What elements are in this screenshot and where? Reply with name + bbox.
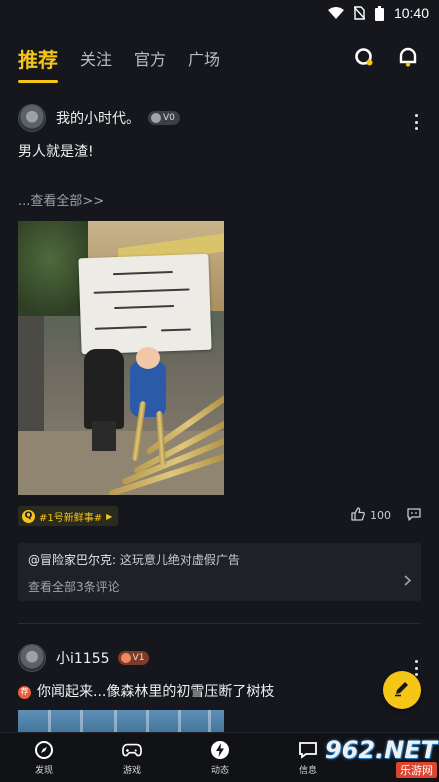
author-name[interactable]: 小i1155 <box>56 648 110 668</box>
level-badge: V0 <box>148 111 180 125</box>
tab-official[interactable]: 官方 <box>134 46 166 70</box>
status-bar: 10:40 <box>0 0 439 26</box>
post-footer: Q #1号新鲜事# ▶ 100 <box>18 505 421 527</box>
post-text-row[interactable]: 荐 你闻起来...像森林里的初雪压断了树枝 <box>18 682 421 702</box>
bottom-nav: 发现 游戏 动态 信息 <box>0 732 439 782</box>
feed-post: 我的小时代。 V0 男人就是渣! ...查看全部>> Q #1号新鲜事# ▶ 1… <box>0 96 439 624</box>
bottom-tab-discover[interactable]: 发现 <box>0 733 88 782</box>
comment-text: 这玩意儿绝对虚假广告 <box>119 553 240 567</box>
avatar[interactable] <box>18 644 46 672</box>
comment-user[interactable]: @冒险家巴尔克: <box>28 553 116 567</box>
like-button[interactable]: 100 <box>351 507 391 524</box>
comment-preview[interactable]: @冒险家巴尔克: 这玩意儿绝对虚假广告 查看全部3条评论 <box>18 543 421 601</box>
more-options-icon[interactable] <box>413 114 419 130</box>
comment-item: @冒险家巴尔克: 这玩意儿绝对虚假广告 <box>28 552 411 568</box>
battery-icon <box>374 5 384 21</box>
tab-recommend[interactable]: 推荐 <box>18 44 58 83</box>
bottom-tab-label: 游戏 <box>122 765 141 776</box>
all-comments-link[interactable]: 查看全部3条评论 <box>28 578 411 595</box>
post-text[interactable]: 男人就是渣! <box>18 142 421 162</box>
bottom-tab-messages[interactable]: 信息 <box>264 733 352 782</box>
feed[interactable]: 我的小时代。 V0 男人就是渣! ...查看全部>> Q #1号新鲜事# ▶ 1… <box>0 90 439 732</box>
thumbs-up-icon <box>351 507 365 524</box>
post-header: 我的小时代。 V0 <box>18 96 421 140</box>
topic-label: #1号新鲜事# <box>39 512 103 524</box>
bolt-icon <box>210 740 230 760</box>
compose-button[interactable] <box>383 671 421 709</box>
play-arrow-icon: ▶ <box>106 511 113 521</box>
search-q-icon[interactable] <box>353 46 375 68</box>
pencil-icon <box>393 679 411 701</box>
see-all-link[interactable]: ...查看全部>> <box>18 190 421 209</box>
topic-q-icon: Q <box>22 509 35 523</box>
message-icon <box>298 740 318 760</box>
level-icon <box>120 653 131 663</box>
notification-bell-icon[interactable] <box>397 46 419 68</box>
more-options-icon[interactable] <box>413 660 419 676</box>
post-text: 你闻起来...像森林里的初雪压断了树枝 <box>37 684 275 700</box>
comment-button[interactable] <box>407 507 421 524</box>
comment-icon <box>407 507 421 524</box>
wifi-icon <box>327 7 344 19</box>
level-label: V1 <box>132 653 145 663</box>
level-icon <box>151 113 161 123</box>
bottom-tab-feed[interactable]: 动态 <box>176 733 264 782</box>
bottom-tab-label: 信息 <box>298 765 317 776</box>
status-time: 10:40 <box>393 5 429 21</box>
level-badge: V1 <box>117 651 150 665</box>
avatar[interactable] <box>18 104 46 132</box>
chevron-right-icon <box>404 575 412 589</box>
author-name[interactable]: 我的小时代。 <box>56 108 140 128</box>
bottom-tab-label: 动态 <box>210 765 229 776</box>
top-nav: 推荐 关注 官方 广场 <box>0 34 439 83</box>
level-label: V0 <box>163 113 175 123</box>
compass-icon <box>34 740 54 760</box>
bottom-tab-games[interactable]: 游戏 <box>88 733 176 782</box>
topic-tag[interactable]: Q #1号新鲜事# ▶ <box>18 506 119 526</box>
feed-post: 小i1155 V1 荐 你闻起来...像森林里的初雪压断了树枝 <box>0 636 439 732</box>
tab-follow[interactable]: 关注 <box>80 46 112 70</box>
post-image[interactable] <box>18 710 224 732</box>
tab-square[interactable]: 广场 <box>188 46 220 70</box>
no-sim-icon <box>353 6 365 20</box>
recommend-badge: 荐 <box>18 685 31 699</box>
bottom-tab-label: 发现 <box>34 765 53 776</box>
post-header: 小i1155 V1 <box>18 636 421 680</box>
gamepad-icon <box>122 740 142 760</box>
like-count: 100 <box>370 509 391 522</box>
divider <box>18 623 421 624</box>
post-image[interactable] <box>18 221 224 495</box>
